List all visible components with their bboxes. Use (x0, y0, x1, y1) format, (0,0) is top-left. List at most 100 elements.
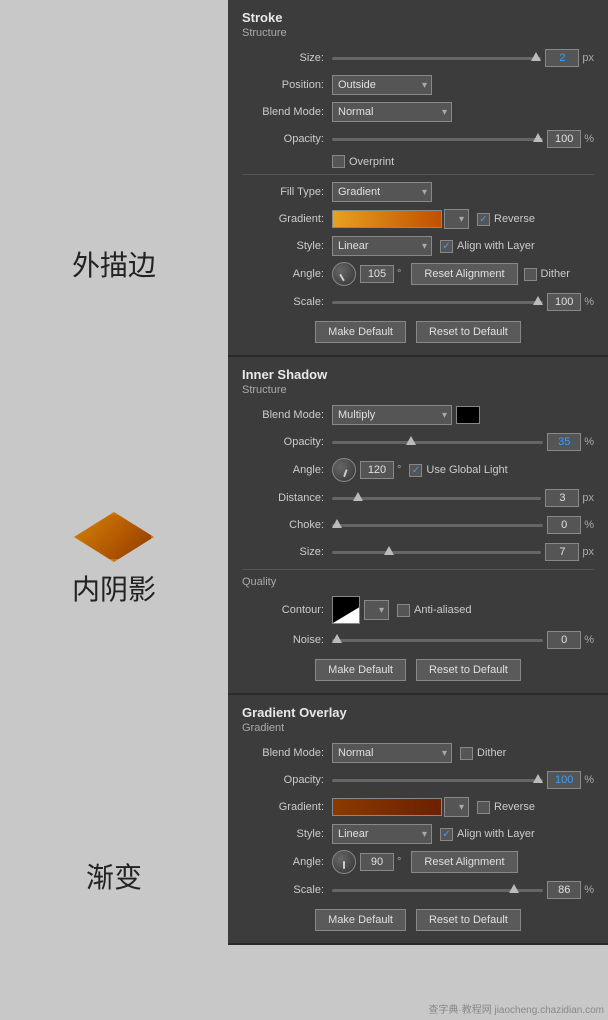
stroke-size-slider[interactable] (332, 57, 541, 60)
go-scale-slider[interactable] (332, 889, 543, 892)
stroke-make-default-button[interactable]: Make Default (315, 321, 406, 343)
shadow-globallight-checkbox[interactable] (409, 464, 422, 477)
shadow-distance-thumb[interactable] (353, 492, 363, 501)
shadow-size-value[interactable]: 7 (545, 543, 579, 561)
stroke-blendmode-label: Blend Mode: (242, 106, 332, 118)
shadow-distance-value[interactable]: 3 (545, 489, 579, 507)
shadow-angle-row: Angle: 120 ° Use Global Light (242, 458, 594, 482)
stroke-size-unit: px (582, 52, 594, 64)
go-blendmode-dropdown[interactable]: Normal (332, 743, 452, 763)
shadow-make-default-button[interactable]: Make Default (315, 659, 406, 681)
stroke-blendmode-dropdown[interactable]: Normal (332, 102, 452, 122)
stroke-angle-dial[interactable] (332, 262, 356, 286)
go-angle-dial[interactable] (332, 850, 356, 874)
shadow-antialias-checkbox[interactable] (397, 604, 410, 617)
shadow-size-slider[interactable] (332, 551, 541, 554)
go-gradient-bar[interactable] (332, 798, 442, 816)
stroke-scale-slider[interactable] (332, 301, 543, 304)
shadow-noise-thumb[interactable] (332, 634, 342, 643)
stroke-alignlayer-checkbox[interactable] (440, 240, 453, 253)
go-blendmode-label: Blend Mode: (242, 747, 332, 759)
stroke-overprint-label: Overprint (349, 156, 394, 168)
stroke-style-dropdown[interactable]: Linear (332, 236, 432, 256)
shadow-size-unit: px (582, 546, 594, 558)
stroke-scale-thumb[interactable] (533, 296, 543, 305)
shadow-angle-value[interactable]: 120 (360, 461, 394, 479)
shadow-choke-value[interactable]: 0 (547, 516, 581, 534)
shadow-size-thumb[interactable] (384, 546, 394, 555)
go-dither-checkbox[interactable] (460, 747, 473, 760)
stroke-reverse-checkbox[interactable] (477, 213, 490, 226)
inner-shadow-panel: Inner Shadow Structure Blend Mode: Multi… (228, 357, 608, 695)
go-gradient-label: Gradient: (242, 801, 332, 813)
go-angle-row: Angle: 90 ° Reset Alignment (242, 850, 594, 874)
shadow-contour-preview[interactable] (332, 596, 360, 624)
shadow-choke-row: Choke: 0 % (242, 514, 594, 536)
shadow-blendmode-dropdown[interactable]: Multiply (332, 405, 452, 425)
stroke-gradient-bar[interactable] (332, 210, 442, 228)
stroke-opacity-slider[interactable] (332, 138, 543, 141)
shadow-antialias-label: Anti-aliased (414, 604, 471, 616)
shadow-distance-slider[interactable] (332, 497, 541, 500)
go-make-default-button[interactable]: Make Default (315, 909, 406, 931)
go-opacity-thumb[interactable] (533, 774, 543, 783)
shadow-contour-line (333, 607, 359, 623)
stroke-reset-alignment-button[interactable]: Reset Alignment (411, 263, 517, 285)
go-scale-thumb[interactable] (509, 884, 519, 893)
go-scale-value[interactable]: 86 (547, 881, 581, 899)
stroke-dither-checkbox[interactable] (524, 268, 537, 281)
shadow-blendmode-row: Blend Mode: Multiply (242, 404, 594, 426)
stroke-filltype-dropdown[interactable]: Gradient (332, 182, 432, 202)
shadow-distance-row: Distance: 3 px (242, 487, 594, 509)
go-gradient-dropdown[interactable] (444, 797, 469, 817)
shadow-choke-thumb[interactable] (332, 519, 342, 528)
go-angle-value[interactable]: 90 (360, 853, 394, 871)
stroke-scale-label: Scale: (242, 296, 332, 308)
go-style-dropdown[interactable]: Linear (332, 824, 432, 844)
stroke-gradient-dropdown[interactable] (444, 209, 469, 229)
stroke-overprint-row: Overprint (332, 155, 594, 168)
stroke-overprint-checkbox[interactable] (332, 155, 345, 168)
shadow-noise-value[interactable]: 0 (547, 631, 581, 649)
shadow-choke-slider[interactable] (332, 524, 543, 527)
shadow-button-row: Make Default Reset to Default (242, 659, 594, 681)
stroke-angle-value[interactable]: 105 (360, 265, 394, 283)
stroke-size-thumb[interactable] (531, 52, 541, 61)
go-alignlayer-row: Align with Layer (440, 828, 535, 841)
shadow-opacity-thumb[interactable] (406, 436, 416, 445)
shadow-color-swatch[interactable] (456, 406, 480, 424)
stroke-position-dropdown[interactable]: Outside (332, 75, 432, 95)
shadow-choke-label: Choke: (242, 519, 332, 531)
stroke-opacity-thumb[interactable] (533, 133, 543, 142)
go-alignlayer-label: Align with Layer (457, 828, 535, 840)
stroke-label-section: 外描边 (72, 244, 156, 284)
shadow-distance-label: Distance: (242, 492, 332, 504)
stroke-panel: Stroke Structure Size: 2 px Position: Ou… (228, 0, 608, 357)
stroke-alignlayer-label: Align with Layer (457, 240, 535, 252)
go-opacity-slider[interactable] (332, 779, 543, 782)
shadow-contour-dropdown[interactable] (364, 600, 389, 620)
go-reverse-label: Reverse (494, 801, 535, 813)
gradient-overlay-panel: Gradient Overlay Gradient Blend Mode: No… (228, 695, 608, 945)
stroke-opacity-row: Opacity: 100 % (242, 128, 594, 150)
stroke-reverse-row: Reverse (477, 213, 535, 226)
shadow-angle-label: Angle: (242, 464, 332, 476)
stroke-scale-value[interactable]: 100 (547, 293, 581, 311)
shadow-reset-default-button[interactable]: Reset to Default (416, 659, 521, 681)
shadow-angle-dial[interactable] (332, 458, 356, 482)
go-style-row: Style: Linear Align with Layer (242, 823, 594, 845)
shadow-opacity-slider[interactable] (332, 441, 543, 444)
shadow-noise-slider[interactable] (332, 639, 543, 642)
go-reverse-checkbox[interactable] (477, 801, 490, 814)
stroke-opacity-value[interactable]: 100 (547, 130, 581, 148)
go-opacity-label: Opacity: (242, 774, 332, 786)
shadow-opacity-value[interactable]: 35 (547, 433, 581, 451)
go-reset-alignment-button[interactable]: Reset Alignment (411, 851, 517, 873)
go-alignlayer-checkbox[interactable] (440, 828, 453, 841)
stroke-size-value[interactable]: 2 (545, 49, 579, 67)
stroke-opacity-label: Opacity: (242, 133, 332, 145)
go-reset-default-button[interactable]: Reset to Default (416, 909, 521, 931)
gradient-chinese-label: 渐变 (86, 856, 142, 896)
stroke-reset-default-button[interactable]: Reset to Default (416, 321, 521, 343)
go-opacity-value[interactable]: 100 (547, 771, 581, 789)
